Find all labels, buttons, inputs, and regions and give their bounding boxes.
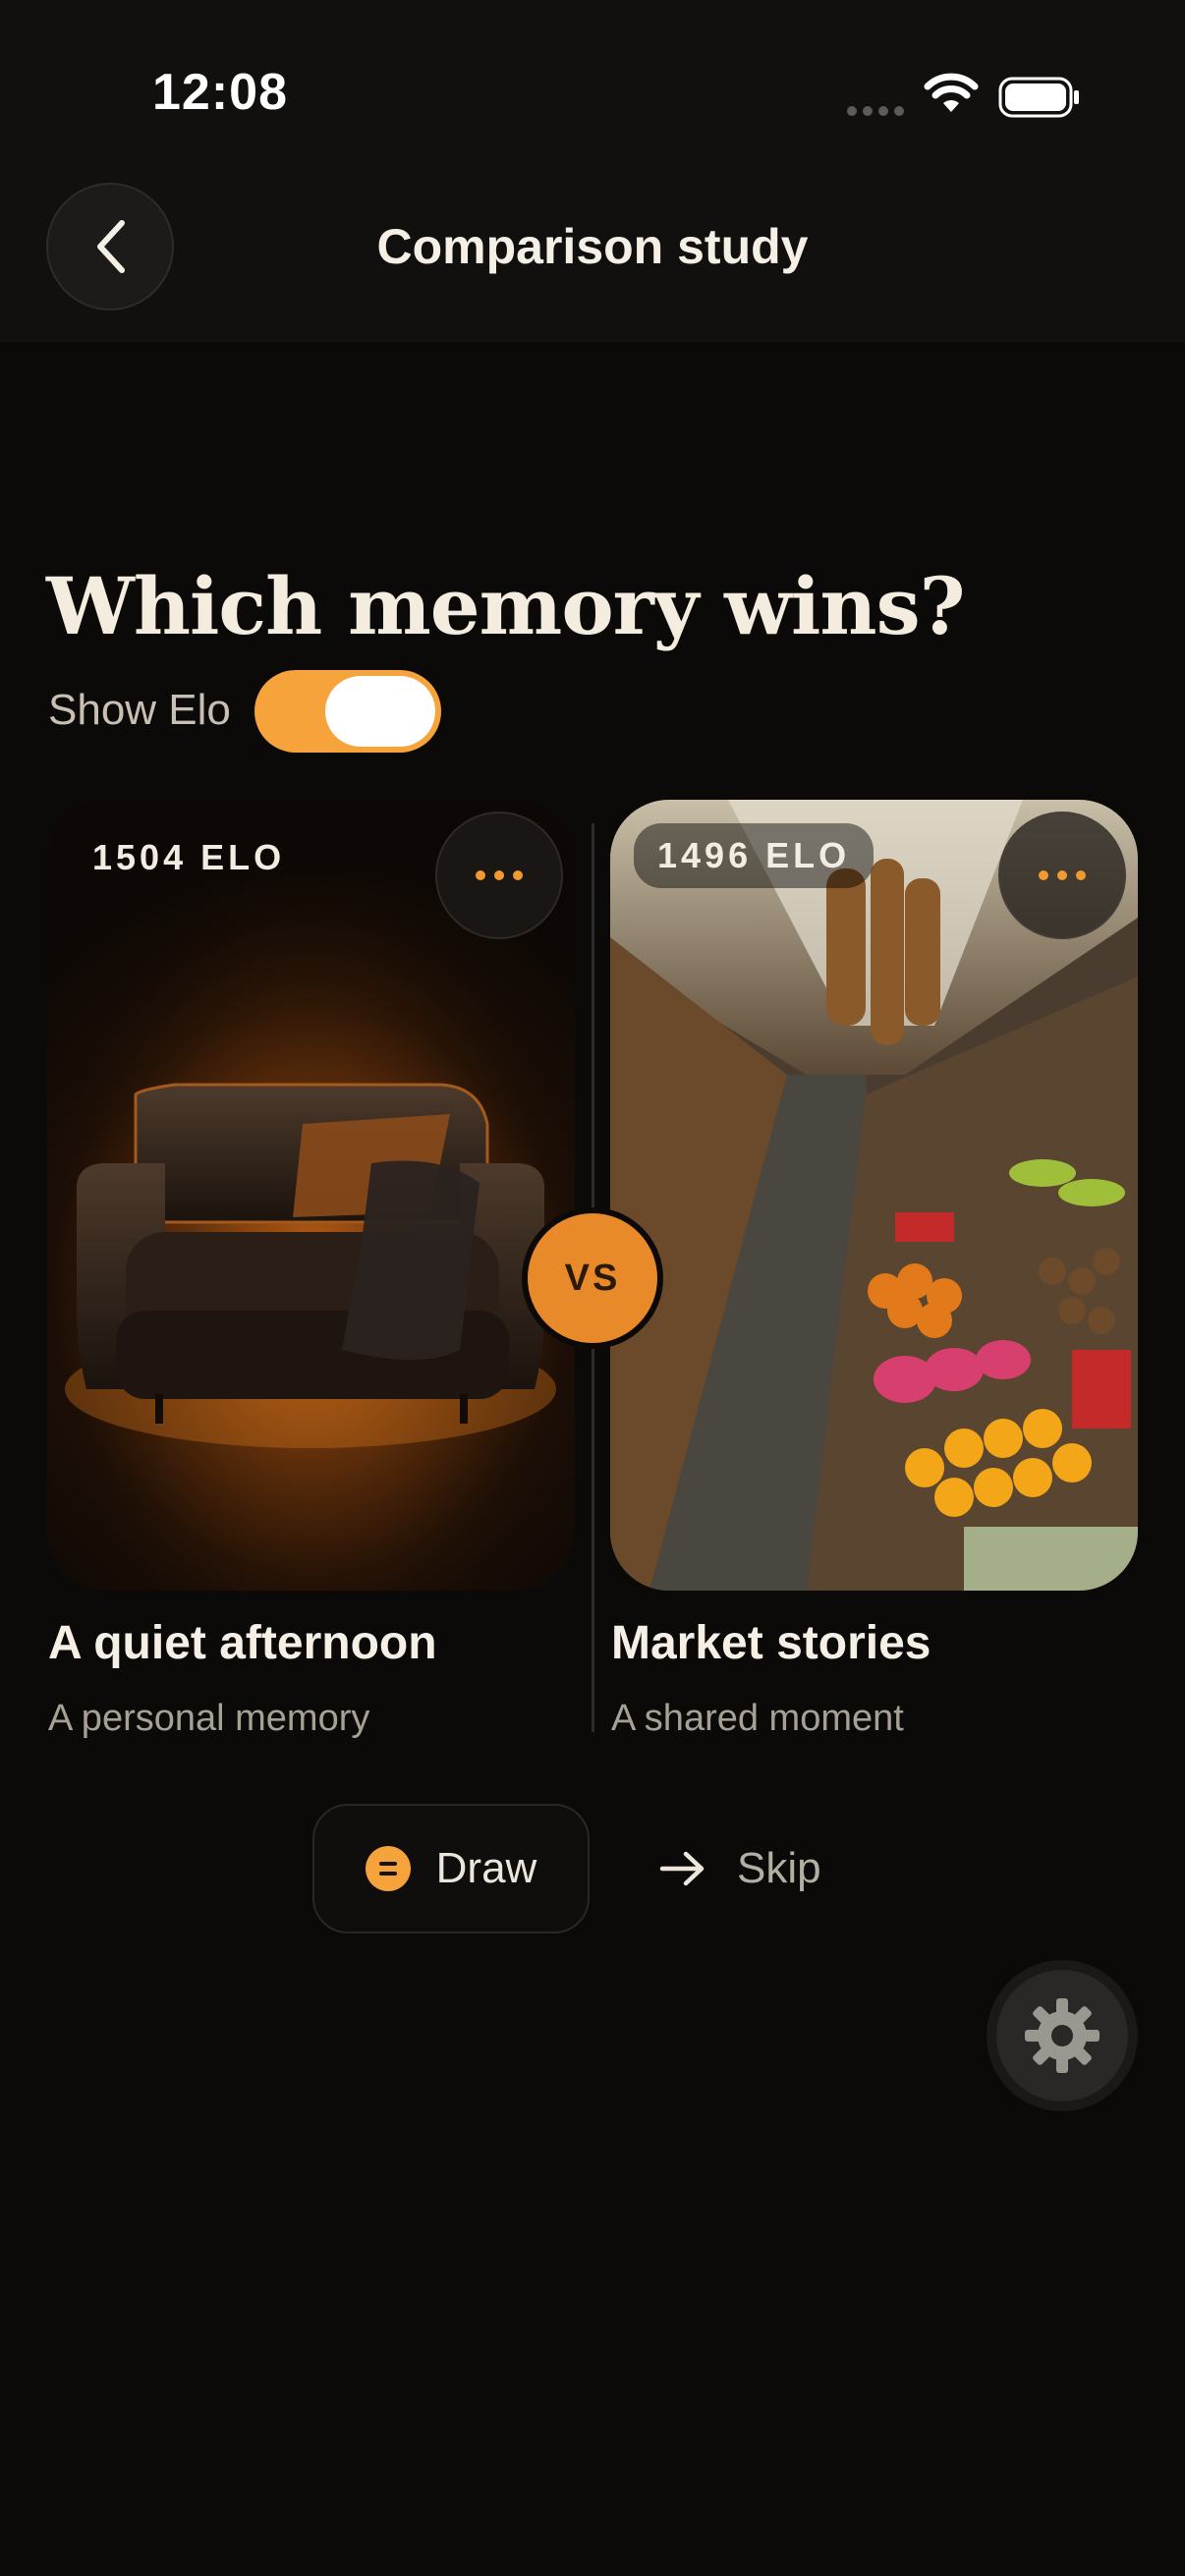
memory-card-right[interactable]: 1496 ELO (610, 800, 1138, 1591)
draw-button[interactable]: Draw (312, 1804, 590, 1933)
arrow-right-icon (659, 1851, 705, 1886)
more-options-button[interactable] (435, 812, 563, 939)
dot (494, 870, 504, 880)
dot (1076, 870, 1086, 880)
show-elo-label: Show Elo (48, 686, 231, 734)
equals-icon (365, 1846, 411, 1891)
status-time-overlay: 12:08 (152, 64, 288, 121)
skip-button[interactable]: Skip (658, 1804, 821, 1933)
page-title: Comparison study (376, 219, 809, 274)
headline: Which memory wins? (46, 560, 965, 652)
memory-title-left: A quiet afternoon (48, 1617, 437, 1669)
draw-label: Draw (435, 1844, 537, 1892)
cellular-signal-icon (847, 103, 910, 121)
memory-card-left[interactable]: 1504 ELO (47, 800, 575, 1591)
wifi-icon (924, 73, 979, 112)
dot (513, 870, 523, 880)
battery-icon (998, 77, 1079, 118)
dot (1039, 870, 1048, 880)
memory-subtitle-right: A shared moment (611, 1698, 904, 1739)
memory-title-right: Market stories (611, 1617, 931, 1669)
elo-badge: 1504 ELO (92, 837, 286, 877)
gear-icon (1025, 1998, 1100, 2073)
settings-button[interactable] (987, 1960, 1138, 2111)
skip-label: Skip (737, 1844, 821, 1892)
vs-badge: VS (522, 1207, 663, 1349)
nav-bar (0, 0, 1185, 342)
elo-badge: 1496 ELO (634, 823, 875, 888)
memory-subtitle-left: A personal memory (48, 1698, 370, 1739)
dot (1057, 870, 1067, 880)
dot (476, 870, 485, 880)
toggle-knob (325, 676, 435, 747)
more-options-button[interactable] (998, 812, 1126, 939)
show-elo-toggle[interactable] (254, 670, 441, 753)
